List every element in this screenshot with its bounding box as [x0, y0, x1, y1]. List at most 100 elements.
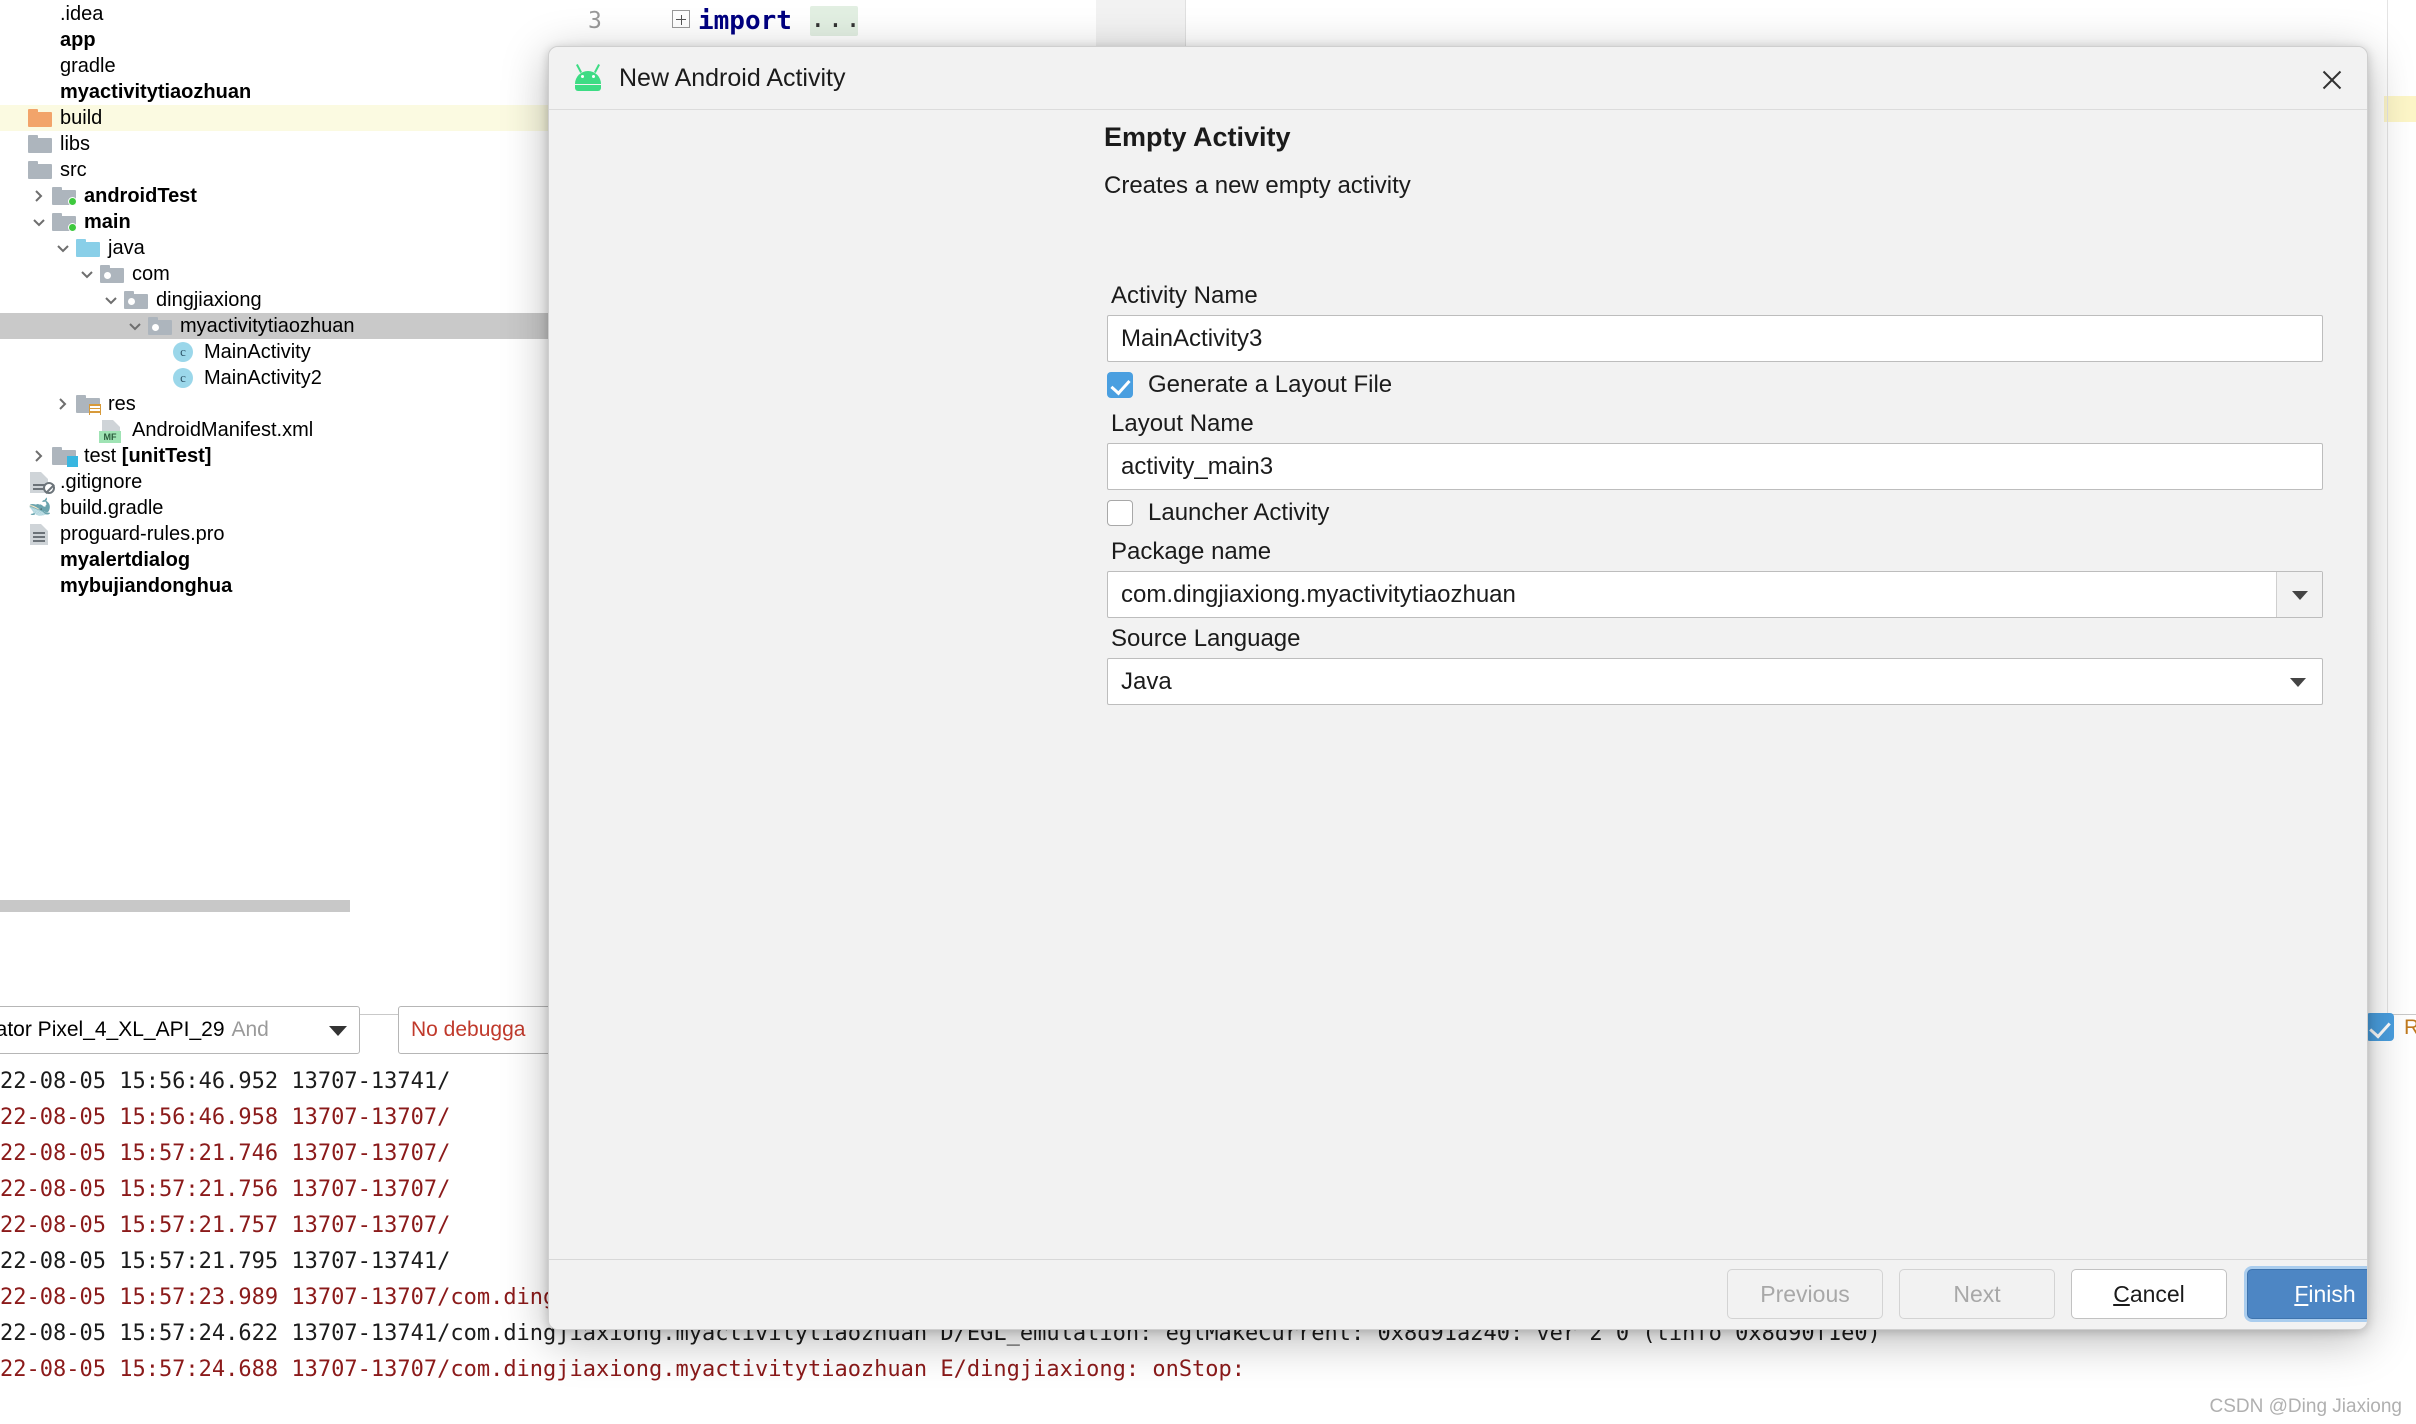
- gitignore-file-icon: [26, 471, 55, 494]
- tree-item-myactivitytiaozhuan[interactable]: myactivitytiaozhuan: [0, 79, 560, 105]
- folder-test-icon: [50, 445, 78, 467]
- tree-icon-placeholder: [26, 549, 54, 571]
- finish-button[interactable]: Finish: [2247, 1269, 2367, 1319]
- layout-name-input[interactable]: activity_main3: [1107, 443, 2323, 490]
- tree-item-libs[interactable]: libs: [0, 131, 560, 157]
- tree-item-label: libs: [60, 133, 91, 155]
- device-selector-combo[interactable]: lator Pixel_4_XL_API_29 And: [0, 1006, 360, 1054]
- folder-package-icon: [122, 289, 150, 311]
- tree-item-label: MainActivity: [204, 341, 311, 363]
- regex-checkbox[interactable]: [2366, 1013, 2394, 1041]
- tree-item-label: androidTest: [84, 185, 197, 207]
- chevron-down-icon[interactable]: [329, 1026, 347, 1036]
- editor-line-number: 3: [588, 8, 602, 34]
- logcat-line[interactable]: 22-08-05 15:57:24.688 13707-13707/com.di…: [0, 1352, 2416, 1388]
- launcher-activity-label: Launcher Activity: [1148, 499, 1330, 526]
- tree-expander-placeholder: [4, 133, 26, 155]
- source-language-value: Java: [1121, 667, 1172, 695]
- device-selector-value: lator Pixel_4_XL_API_29: [0, 1018, 225, 1041]
- tree-item-mybujiandonghua[interactable]: mybujiandonghua: [0, 573, 560, 599]
- regex-checkbox-label: R: [2404, 1016, 2416, 1039]
- tree-hscrollbar-thumb[interactable]: [0, 900, 350, 912]
- tree-expander-placeholder: [4, 523, 26, 545]
- chevron-down-icon[interactable]: [100, 289, 122, 311]
- tree-item-label: res: [108, 393, 136, 415]
- activity-name-input[interactable]: MainActivity3: [1107, 315, 2323, 362]
- editor-gutter: [1096, 0, 1186, 46]
- tree-item-myactivitytiaozhuan[interactable]: myactivitytiaozhuan: [0, 313, 560, 339]
- tree-item-androidtest[interactable]: androidTest: [0, 183, 560, 209]
- chevron-right-icon[interactable]: [28, 445, 50, 467]
- chevron-down-icon[interactable]: [28, 211, 50, 233]
- tree-item-myalertdialog[interactable]: myalertdialog: [0, 547, 560, 573]
- tree-item-mainactivity2[interactable]: c MainActivity2: [0, 365, 560, 391]
- chevron-down-icon[interactable]: [2290, 678, 2306, 687]
- chevron-right-icon[interactable]: [28, 185, 50, 207]
- tree-expander-placeholder: [4, 81, 26, 103]
- chevron-down-icon[interactable]: [2276, 572, 2322, 617]
- tree-item-app[interactable]: app: [0, 27, 560, 53]
- tree-item-idea[interactable]: .idea: [0, 1, 560, 27]
- tree-icon-placeholder: [26, 3, 54, 25]
- generate-layout-checkbox[interactable]: [1107, 372, 1133, 398]
- tree-expander-placeholder: [4, 497, 26, 519]
- tree-item-gitignore[interactable]: .gitignore: [0, 469, 560, 495]
- package-name-value: com.dingjiaxiong.myactivitytiaozhuan: [1121, 580, 1516, 608]
- finish-label-rest: inish: [2308, 1280, 2356, 1307]
- tree-expander-placeholder: [4, 159, 26, 181]
- folder-src-icon: [50, 185, 78, 207]
- tree-item-build-gradle[interactable]: 🐋 build.gradle: [0, 495, 560, 521]
- launcher-activity-checkbox[interactable]: [1107, 500, 1133, 526]
- tree-item-build[interactable]: build: [0, 105, 560, 131]
- tree-icon-placeholder: [26, 81, 54, 103]
- tree-item-label: myactivitytiaozhuan: [180, 315, 355, 337]
- code-fold-toggle-icon[interactable]: [672, 10, 690, 28]
- tree-expander-placeholder: [76, 419, 98, 441]
- text-file-icon: [26, 523, 54, 545]
- source-language-label: Source Language: [1111, 625, 1301, 652]
- editor-marker-stripe: [2384, 96, 2416, 122]
- tree-item-proguard-rules-pro[interactable]: proguard-rules.pro: [0, 521, 560, 547]
- tree-item-label: myalertdialog: [60, 549, 191, 571]
- tree-item-androidmanifest-xml[interactable]: MF AndroidManifest.xml: [0, 417, 560, 443]
- tree-item-src[interactable]: src: [0, 157, 560, 183]
- tree-item-label: java: [108, 237, 145, 259]
- source-language-combo[interactable]: Java: [1107, 658, 2323, 705]
- folder-gray-icon: [26, 159, 54, 181]
- chevron-right-icon[interactable]: [52, 393, 74, 415]
- launcher-activity-checkbox-row[interactable]: Launcher Activity: [1107, 499, 1329, 527]
- package-name-combo[interactable]: com.dingjiaxiong.myactivitytiaozhuan: [1107, 571, 2323, 618]
- folded-imports-chip[interactable]: ...: [810, 6, 861, 36]
- tree-item-label: com: [132, 263, 170, 285]
- tree-item-test-unittest[interactable]: test [unitTest]: [0, 443, 560, 469]
- device-selector-suffix: And: [231, 1018, 269, 1041]
- tree-item-label: AndroidManifest.xml: [132, 419, 314, 441]
- tree-item-mainactivity[interactable]: c MainActivity: [0, 339, 560, 365]
- next-button[interactable]: Next: [1899, 1269, 2055, 1319]
- previous-button[interactable]: Previous: [1727, 1269, 1883, 1319]
- cancel-mnemonic: C: [2113, 1280, 2130, 1307]
- tree-item-dingjiaxiong[interactable]: dingjiaxiong: [0, 287, 560, 313]
- project-tree[interactable]: .idea app gradle myactivitytiaozhuan build li…: [0, 0, 560, 1000]
- generate-layout-checkbox-row[interactable]: Generate a Layout File: [1107, 371, 1392, 399]
- tree-item-label: dingjiaxiong: [156, 289, 262, 311]
- tree-item-gradle[interactable]: gradle: [0, 53, 560, 79]
- tree-item-res[interactable]: res: [0, 391, 560, 417]
- tree-item-com[interactable]: com: [0, 261, 560, 287]
- close-icon[interactable]: [2315, 63, 2349, 97]
- tree-item-java[interactable]: java: [0, 235, 560, 261]
- chevron-down-icon[interactable]: [76, 263, 98, 285]
- tree-item-label: mybujiandonghua: [60, 575, 233, 597]
- tree-item-main[interactable]: main: [0, 209, 560, 235]
- tree-expander-placeholder: [148, 341, 170, 363]
- cancel-button[interactable]: Cancel: [2071, 1269, 2227, 1319]
- chevron-down-icon[interactable]: [124, 315, 146, 337]
- chevron-down-icon[interactable]: [52, 237, 74, 259]
- android-robot-icon: [571, 64, 605, 91]
